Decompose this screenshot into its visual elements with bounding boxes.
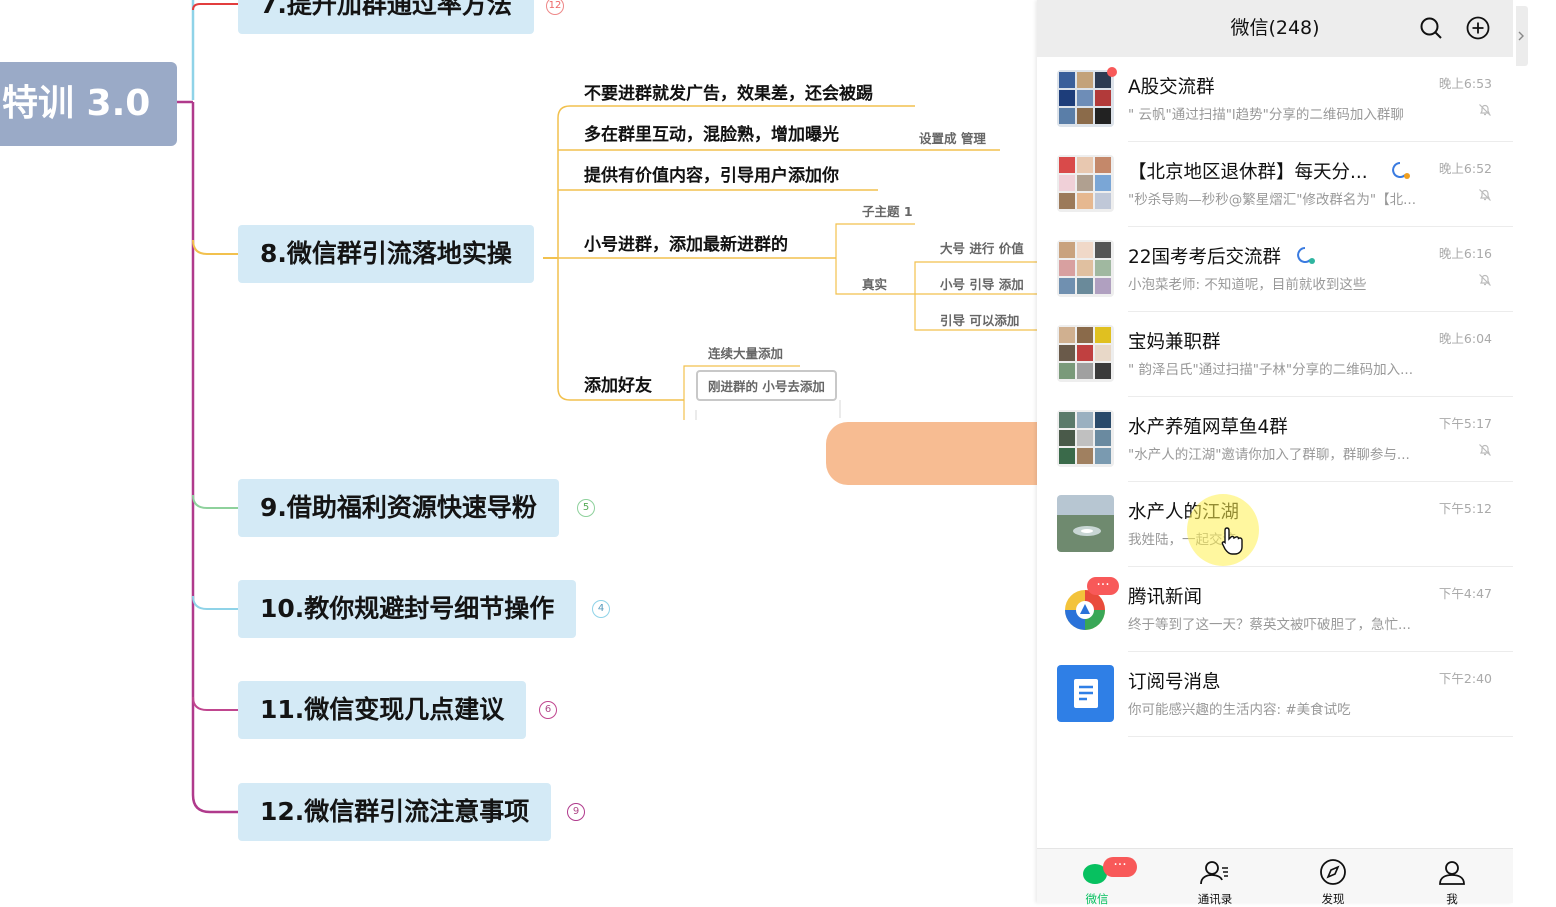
- root-topic[interactable]: 特训 3.0: [0, 62, 177, 146]
- chat-item-aquaculture-4[interactable]: 水产养殖网草鱼4群 "水产人的江湖"邀请你加入了群聊，群聊参与... 下午5:1…: [1037, 397, 1513, 482]
- group-avatar: [1057, 410, 1114, 467]
- contacts-icon: [1200, 861, 1228, 885]
- chat-time: 晚上6:53: [1438, 76, 1492, 91]
- wechat-header: 微信(248): [1037, 0, 1513, 57]
- enterprise-group-icon: [1297, 247, 1315, 264]
- tab-discover[interactable]: 发现: [1303, 859, 1363, 906]
- chat-name: 订阅号消息: [1128, 672, 1221, 693]
- branch-7[interactable]: 7.提升加群通过率方法: [238, 0, 534, 34]
- group-avatar: [1057, 155, 1114, 212]
- chat-time: 晚上6:16: [1438, 246, 1492, 261]
- tab-chats[interactable]: ··· 微信: [1067, 857, 1137, 906]
- chat-time: 下午4:47: [1438, 586, 1492, 601]
- tab-contacts[interactable]: 通讯录: [1185, 859, 1245, 906]
- chat-item-tencent-news[interactable]: ··· 腾讯新闻 终于等到了这一天？蔡英文被吓破胆了，急忙... 下午4:47: [1037, 567, 1513, 652]
- branch-10-count-badge[interactable]: 4: [592, 600, 610, 618]
- branch-12[interactable]: 12.微信群引流注意事项: [238, 783, 552, 841]
- subtopic-value-content[interactable]: 提供有价值内容，引导用户添加你: [584, 161, 839, 186]
- chat-item-beijing-retire[interactable]: 【北京地区退休群】每天分... "秒杀导购—秒秒@繁星熠汇"修改群名为"【北..…: [1037, 142, 1513, 227]
- right-margin: [1513, 0, 1556, 903]
- mind-map-canvas[interactable]: 特训 3.0 7.提升加群通过率方法 12 8.微信群引流落地实操 9.借助福利…: [0, 0, 1040, 903]
- note-real[interactable]: 真实: [862, 274, 887, 293]
- unread-more-badge: ···: [1087, 577, 1119, 595]
- chat-time: 下午5:17: [1438, 416, 1492, 431]
- chat-name: 腾讯新闻: [1128, 587, 1203, 608]
- group-avatar: [1057, 70, 1114, 127]
- chat-time: 晚上6:04: [1438, 331, 1492, 346]
- user-avatar: [1057, 495, 1114, 552]
- subtopic-add-friends[interactable]: 添加好友: [584, 371, 652, 396]
- chat-name: 宝妈兼职群: [1128, 332, 1221, 353]
- branch-8[interactable]: 8.微信群引流落地实操: [238, 225, 534, 283]
- branch-9-count-badge[interactable]: 5: [577, 499, 595, 517]
- note-subtopic-1[interactable]: 子主题 1: [862, 201, 913, 220]
- mute-bell-icon: [1479, 274, 1491, 286]
- note-continuous-add[interactable]: 连续大量添加: [708, 343, 783, 362]
- enterprise-group-icon: [1392, 162, 1410, 179]
- note-small-guide[interactable]: 小号 引导 添加: [940, 274, 1024, 293]
- group-avatar: [1057, 325, 1114, 382]
- hand-cursor-icon: [1221, 527, 1243, 555]
- chat-name: 水产养殖网草鱼4群: [1128, 417, 1288, 438]
- chat-time: 下午5:12: [1438, 501, 1492, 516]
- chat-item-a-stock[interactable]: A股交流群 " 云帆"通过扫描"l趋势"分享的二维码加入群聊 晚上6:53: [1037, 57, 1513, 142]
- chat-time: 下午2:40: [1438, 671, 1492, 686]
- compass-icon: [1320, 859, 1346, 885]
- mute-bell-icon: [1479, 189, 1491, 201]
- chat-name: 22国考考后交流群: [1128, 247, 1282, 268]
- chat-item-aquaculture-jianghu[interactable]: 水产人的江湖 我姓陆，一起交流 下午5:12: [1037, 482, 1513, 567]
- wechat-title: 微信(248): [1230, 17, 1320, 39]
- note-big-account[interactable]: 大号 进行 价值: [940, 238, 1024, 257]
- chat-preview: 小泡菜老师: 不知道呢，目前就收到这些: [1128, 277, 1367, 293]
- chat-preview: 你可能感兴趣的生活内容: #美食试吃: [1128, 702, 1351, 718]
- branch-11[interactable]: 11.微信变现几点建议: [238, 681, 527, 739]
- note-guide-add[interactable]: 引导 可以添加: [940, 310, 1019, 329]
- tab-label: 发现: [1321, 892, 1345, 906]
- chat-preview: 终于等到了这一天？蔡英文被吓破胆了，急忙...: [1128, 617, 1411, 633]
- wechat-window: 微信(248) A股交流群 " 云帆"通过扫描"l趋势"分享的二维码加入群聊 晚…: [1037, 0, 1513, 906]
- row-separator: [1128, 736, 1513, 737]
- chat-item-exam-group[interactable]: 22国考考后交流群 小泡菜老师: 不知道呢，目前就收到这些 晚上6:16: [1037, 227, 1513, 312]
- chevron-right-icon: [1518, 31, 1524, 41]
- mute-bell-icon: [1479, 444, 1491, 456]
- add-circle-icon[interactable]: [1466, 16, 1490, 40]
- note-set-admin[interactable]: 设置成 管理: [919, 128, 986, 147]
- collapse-handle[interactable]: [1516, 6, 1528, 66]
- bottom-tab-bar: ··· 微信 通讯录 发现 我: [1037, 848, 1513, 906]
- mute-bell-icon: [1479, 104, 1491, 116]
- subtopic-small-account[interactable]: 小号进群，添加最新进群的: [584, 230, 788, 255]
- search-icon[interactable]: [1419, 16, 1443, 40]
- note-new-member-box[interactable]: 刚进群的 小号去添加: [696, 370, 837, 401]
- branch-11-count-badge[interactable]: 6: [539, 701, 557, 719]
- person-icon: [1439, 861, 1465, 885]
- tab-me[interactable]: 我: [1422, 859, 1482, 906]
- chat-name: 【北京地区退休群】每天分...: [1128, 162, 1368, 183]
- unread-more-badge: ···: [1103, 857, 1137, 877]
- subscription-icon: [1057, 665, 1114, 722]
- chat-preview: " 韵泽吕氏"通过扫描"子林"分享的二维码加入...: [1128, 362, 1414, 378]
- chat-item-subscription[interactable]: 订阅号消息 你可能感兴趣的生活内容: #美食试吃 下午2:40: [1037, 652, 1513, 737]
- branch-12-count-badge[interactable]: 9: [567, 803, 585, 821]
- chat-item-mom-parttime[interactable]: 宝妈兼职群 " 韵泽吕氏"通过扫描"子林"分享的二维码加入... 晚上6:04: [1037, 312, 1513, 397]
- chat-preview: " 云帆"通过扫描"l趋势"分享的二维码加入群聊: [1128, 107, 1404, 123]
- group-avatar: [1057, 240, 1114, 297]
- branch-9[interactable]: 9.借助福利资源快速导粉: [238, 479, 559, 537]
- chat-name: A股交流群: [1128, 77, 1215, 98]
- orange-highlight-shape: [826, 422, 1040, 485]
- tab-label: 我: [1446, 892, 1458, 906]
- subtopic-no-ads[interactable]: 不要进群就发广告，效果差，还会被踢: [584, 79, 873, 104]
- tab-label: 通讯录: [1197, 892, 1233, 906]
- subtopic-interact[interactable]: 多在群里互动，混脸熟，增加曝光: [584, 120, 839, 145]
- unread-dot: [1107, 67, 1117, 77]
- chat-time: 晚上6:52: [1438, 161, 1492, 176]
- chat-preview: "水产人的江湖"邀请你加入了群聊，群聊参与...: [1128, 447, 1410, 463]
- branch-10[interactable]: 10.教你规避封号细节操作: [238, 580, 577, 638]
- chat-preview: "秒杀导购—秒秒@繁星熠汇"修改群名为"【北...: [1128, 192, 1417, 208]
- tab-label: 微信: [1085, 892, 1109, 906]
